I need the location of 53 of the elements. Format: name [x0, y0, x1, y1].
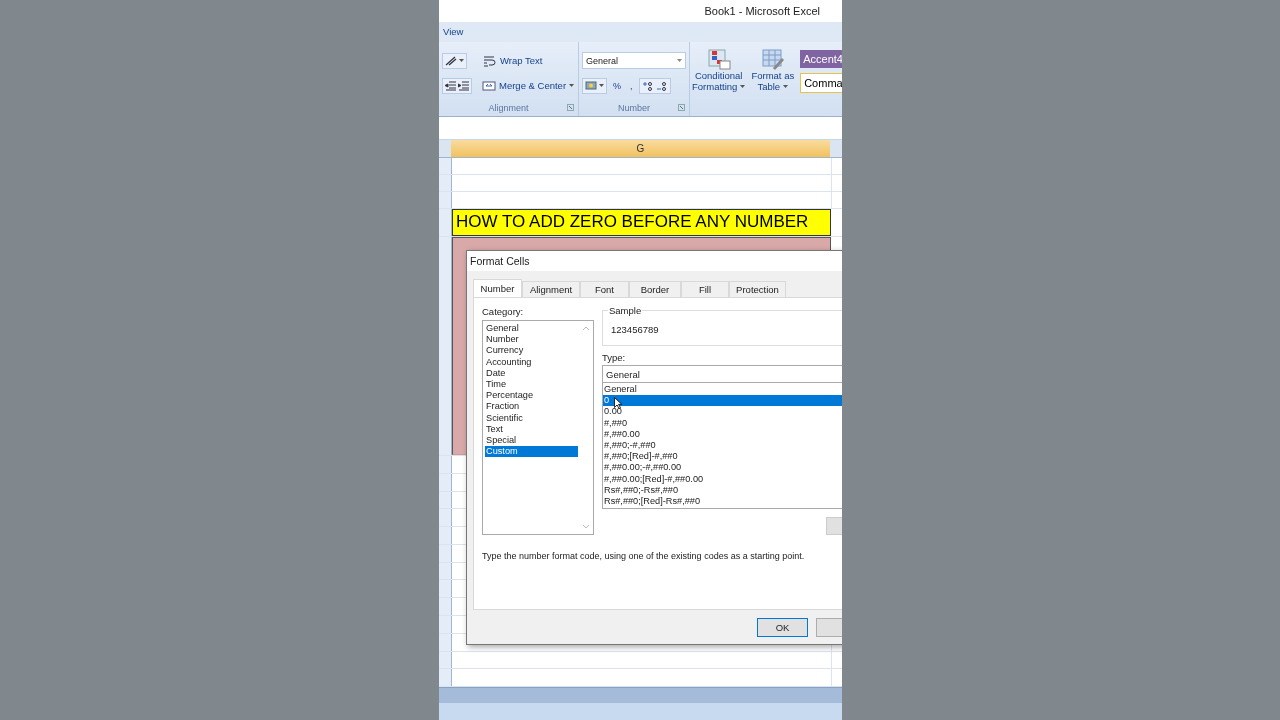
category-item[interactable]: Text [485, 423, 578, 435]
format-code-item[interactable]: Rs#,##0;-Rs#,##0 [603, 484, 842, 496]
group-label: Number [618, 103, 650, 114]
category-item[interactable]: Accounting [485, 356, 578, 368]
format-code-item[interactable]: #,##0;-#,##0 [603, 439, 842, 452]
type-list[interactable]: General 0 0.00 #,##0 #,##0.00 #,##0;-#,##0 #,##0;[Red]-#,##0 #,##0.00;-#,##0.00 #,##0.00;[Red]-#,##0.00 Rs#,##0;-Rs#,##0 Rs#,##0;[Red]-Rs#,##0 [602, 383, 842, 509]
format-code-item[interactable]: #,##0.00;-#,##0.00 [603, 462, 842, 474]
format-code-item[interactable]: 0 [603, 395, 842, 407]
dialog-tab[interactable]: Number [473, 279, 522, 297]
category-list[interactable]: General Number Currency Accounting Date Time Percentage Fraction Scientific Text Special Custom [482, 320, 594, 535]
cell-style-swatch[interactable]: Comma [800, 72, 842, 93]
ok-button[interactable]: OK [757, 617, 808, 637]
ribbon-tab[interactable]: View [443, 26, 464, 38]
style-command-button[interactable]: Conditional Formatting [690, 47, 748, 93]
dialog-tab[interactable]: Font [580, 281, 629, 297]
number-format-dropdown[interactable]: General [582, 52, 686, 70]
group-label: Alignment [488, 103, 529, 114]
dialog-title: Format Cells [470, 255, 530, 267]
category-item[interactable]: Special [485, 434, 578, 447]
wrap-text-button[interactable]: Wrap Text [481, 53, 545, 68]
format-code-item[interactable]: #,##0.00;[Red]-#,##0.00 [603, 473, 842, 485]
type-label: Type: [602, 352, 627, 363]
category-item[interactable]: Time [485, 378, 578, 391]
format-code-item[interactable]: #,##0.00 [603, 428, 842, 440]
merge-center-button[interactable]: Merge & Center [480, 78, 577, 93]
category-item[interactable]: Percentage [485, 390, 578, 402]
category-item[interactable]: Custom [485, 446, 578, 458]
dialog-tab[interactable]: Fill [681, 281, 729, 297]
sample-value: 123456789 [611, 324, 659, 335]
category-item[interactable]: General [485, 323, 578, 335]
style-command-button[interactable]: Format as Table [749, 47, 797, 93]
percent-button[interactable]: % [610, 77, 624, 94]
window-title: Book1 - Microsoft Excel [704, 4, 820, 17]
format-code-item[interactable]: Rs#,##0;[Red]-Rs#,##0 [603, 495, 842, 508]
category-label: Category: [482, 306, 525, 317]
dialog-tab[interactable]: Alignment [522, 281, 580, 297]
comma-style-button[interactable]: , [627, 77, 636, 94]
category-item[interactable]: Date [485, 367, 578, 379]
sample-label: Sample [608, 305, 643, 316]
format-code-item[interactable]: #,##0;[Red]-#,##0 [603, 451, 842, 463]
category-item[interactable]: Scientific [485, 412, 578, 424]
type-input[interactable]: General [602, 365, 842, 383]
dialog-tab[interactable]: Protection [729, 281, 786, 297]
format-code-item[interactable]: #,##0 [603, 417, 842, 429]
category-item[interactable]: Fraction [485, 401, 578, 413]
dialog-tab[interactable]: Border [629, 281, 681, 297]
format-code-item[interactable]: 0.00 [603, 406, 842, 418]
help-text: Type the number format code, using one of the existing codes as a starting point. [482, 551, 806, 561]
title-cell: HOW TO ADD ZERO BEFORE ANY NUMBER [452, 208, 831, 236]
format-code-item[interactable]: General [603, 384, 842, 396]
category-item[interactable]: Number [485, 334, 578, 346]
category-item[interactable]: Currency [485, 345, 578, 357]
cell-style-swatch[interactable]: Accent4 [800, 49, 842, 68]
